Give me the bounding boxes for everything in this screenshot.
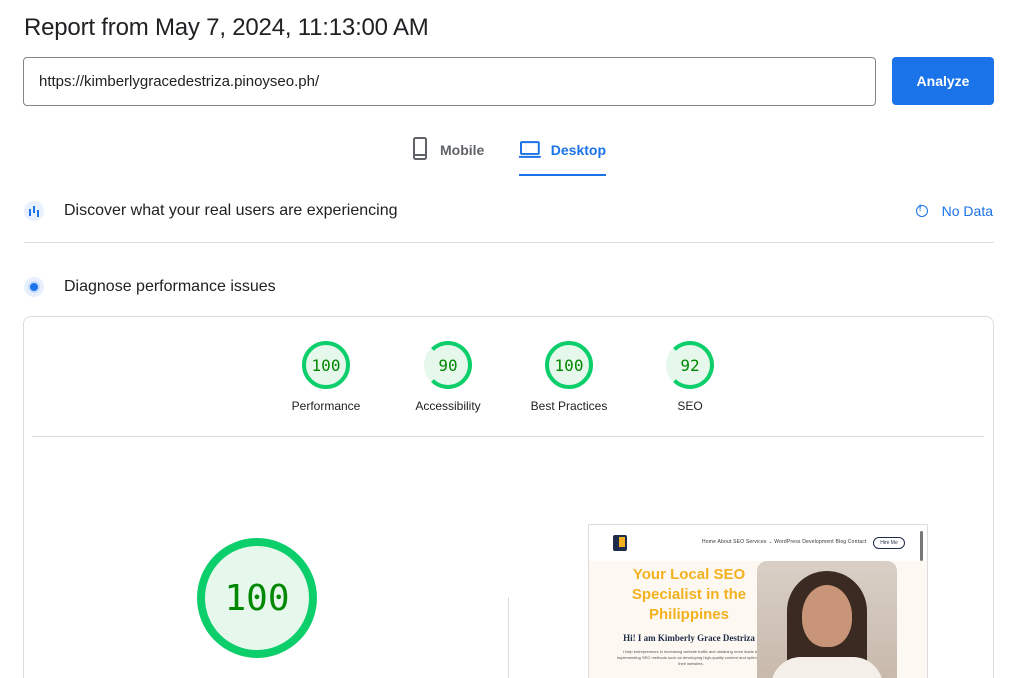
laptop-icon (519, 141, 541, 158)
preview-logo-icon (613, 535, 627, 551)
preview-headline: Your Local SEO Specialist in the Philipp… (631, 566, 747, 623)
tab-mobile-label: Mobile (440, 142, 485, 158)
field-data-section: Discover what your real users are experi… (24, 201, 397, 221)
smartphone-icon (413, 137, 427, 160)
main-performance-gauge: 100 (197, 538, 317, 658)
preview-body: I help entrepreneurs in increasing websi… (617, 649, 765, 666)
gauge-seo-label: SEO (677, 399, 703, 413)
gauge-best-practices-label: Best Practices (530, 399, 608, 413)
field-data-icon (24, 201, 44, 221)
preview-portrait-image (757, 561, 897, 678)
no-data-link[interactable]: No Data (915, 203, 993, 219)
vertical-divider (508, 597, 509, 678)
panel-divider (32, 436, 984, 437)
preview-scrollbar (920, 531, 923, 561)
preview-nav: Home About SEO Services ⌄ WordPress Deve… (589, 525, 927, 561)
url-input[interactable] (23, 57, 876, 106)
section-divider (24, 242, 994, 243)
portrait-face (802, 585, 852, 647)
gauge-accessibility-value: 90 (424, 341, 472, 389)
gauge-performance-value: 100 (302, 341, 350, 389)
gauge-performance-label: Performance (291, 399, 361, 413)
gauge-best-practices-value: 100 (545, 341, 593, 389)
gauge-accessibility[interactable]: 90 Accessibility (408, 341, 488, 413)
gauge-seo[interactable]: 92 SEO (650, 341, 730, 413)
page-title: Report from May 7, 2024, 11:13:00 AM (24, 14, 429, 41)
page-screenshot-preview: Home About SEO Services ⌄ WordPress Deve… (588, 524, 928, 678)
gauge-seo-value: 92 (666, 341, 714, 389)
gauge-best-practices[interactable]: 100 Best Practices (529, 341, 609, 413)
tab-mobile[interactable]: Mobile (410, 136, 484, 176)
lab-data-title: Diagnose performance issues (64, 278, 276, 295)
lab-data-section: Diagnose performance issues (24, 277, 276, 297)
tab-desktop[interactable]: Desktop (519, 136, 606, 176)
lab-data-icon (24, 277, 44, 297)
gauge-performance[interactable]: 100 Performance (286, 341, 366, 413)
portrait-shirt (771, 657, 883, 678)
info-icon (915, 203, 928, 217)
gauge-accessibility-label: Accessibility (415, 399, 481, 413)
preview-subheadline: Hi! I am Kimberly Grace Destriza (623, 633, 755, 643)
analyze-button[interactable]: Analyze (892, 57, 994, 105)
no-data-label: No Data (941, 203, 993, 219)
field-data-title: Discover what your real users are experi… (64, 202, 398, 219)
tab-desktop-label: Desktop (550, 142, 606, 158)
preview-nav-links: Home About SEO Services ⌄ WordPress Deve… (702, 539, 867, 545)
preview-hire-button: Hire Me (873, 537, 905, 549)
